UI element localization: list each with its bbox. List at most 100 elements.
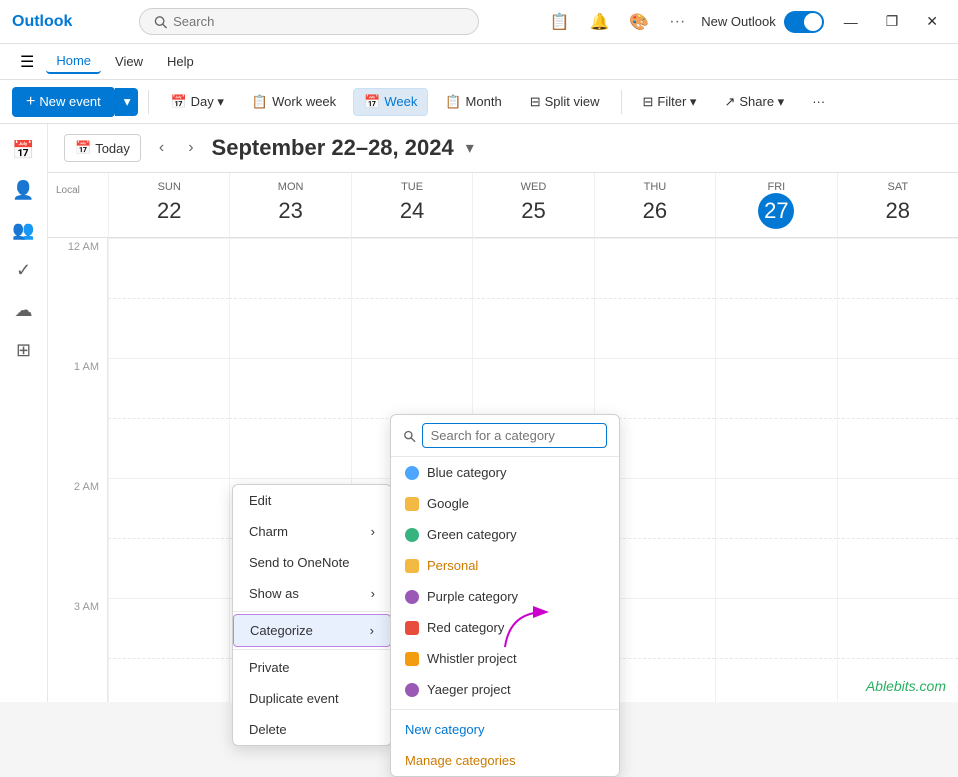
more-options-button[interactable]: ··· (801, 88, 836, 115)
view-week-button[interactable]: 📅 Week (353, 88, 428, 116)
cell-1-30am-sat[interactable] (837, 418, 958, 478)
category-item-blue[interactable]: Blue category (391, 457, 619, 488)
cell-2am-sat[interactable] (837, 478, 958, 538)
cell-2am-sun[interactable] (108, 478, 229, 538)
maximize-button[interactable]: ❐ (878, 9, 907, 34)
colorwheel-icon-button[interactable]: 🎨 (625, 8, 653, 36)
cell-12am-wed[interactable] (472, 238, 593, 298)
view-workweek-button[interactable]: 📋 Work week (241, 88, 347, 116)
context-item-edit[interactable]: Edit (233, 485, 391, 516)
share-icon: ↗ (724, 94, 735, 110)
menu-view[interactable]: View (105, 50, 153, 73)
context-item-delete[interactable]: Delete (233, 714, 391, 745)
minimize-button[interactable]: — (836, 10, 866, 34)
cell-1am-sat[interactable] (837, 358, 958, 418)
sidebar-icons: 📅 👤 👥 ✓ ☁ ⊞ (0, 124, 48, 702)
cell-3am-sun[interactable] (108, 598, 229, 658)
cell-1am-thu[interactable] (594, 358, 715, 418)
compose-icon-button[interactable]: 📋 (546, 8, 574, 36)
cell-12am-sun[interactable] (108, 238, 229, 298)
cell-12am-thu[interactable] (594, 238, 715, 298)
cell-3-30am-fri[interactable] (715, 658, 836, 702)
menu-help[interactable]: Help (157, 50, 204, 73)
calendar-title-dropdown[interactable]: ▾ (466, 138, 474, 158)
cell-12-30am-fri[interactable] (715, 298, 836, 358)
show-as-arrow-icon: › (371, 586, 375, 601)
context-item-duplicate[interactable]: Duplicate event (233, 683, 391, 714)
cell-12-30am-tue[interactable] (351, 298, 472, 358)
blue-category-label: Blue category (427, 465, 507, 480)
cell-12-30am-thu[interactable] (594, 298, 715, 358)
cell-12am-fri[interactable] (715, 238, 836, 298)
sidebar-icon-apps[interactable]: ⊞ (6, 332, 42, 368)
cell-1am-tue[interactable] (351, 358, 472, 418)
cell-12-30am-wed[interactable] (472, 298, 593, 358)
share-button[interactable]: ↗ Share ▾ (713, 88, 795, 116)
day-header-sun: Sun 22 (108, 173, 229, 237)
category-item-personal[interactable]: Personal (391, 550, 619, 581)
day-name-sun: Sun (113, 181, 225, 193)
manage-categories-button[interactable]: Manage categories (391, 745, 619, 776)
time-label-12am: 12 AM (48, 238, 108, 298)
cell-12am-mon[interactable] (229, 238, 350, 298)
cell-1am-wed[interactable] (472, 358, 593, 418)
more-icon-button[interactable]: ··· (665, 9, 689, 35)
cell-3am-sat[interactable] (837, 598, 958, 658)
cell-1am-sun[interactable] (108, 358, 229, 418)
new-event-arrow-button[interactable]: ▾ (115, 88, 139, 116)
category-item-green[interactable]: Green category (391, 519, 619, 550)
cell-12-30am-sat[interactable] (837, 298, 958, 358)
time-label-12-30am (48, 298, 108, 358)
day-name-sat: Sat (842, 181, 954, 193)
time-label-2-30am (48, 538, 108, 598)
context-item-show-as[interactable]: Show as › (233, 578, 391, 609)
context-item-categorize[interactable]: Categorize › (233, 614, 391, 647)
context-item-send-onenote[interactable]: Send to OneNote (233, 547, 391, 578)
sidebar-icon-person[interactable]: 👤 (6, 172, 42, 208)
new-event-button[interactable]: + New event (12, 87, 115, 117)
sidebar-icon-people[interactable]: 👥 (6, 212, 42, 248)
cell-12am-sat[interactable] (837, 238, 958, 298)
new-outlook-switch[interactable] (784, 11, 824, 33)
sidebar-icon-calendar[interactable]: 📅 (6, 132, 42, 168)
cell-12am-tue[interactable] (351, 238, 472, 298)
category-item-google[interactable]: Google (391, 488, 619, 519)
prev-week-button[interactable]: ‹ (153, 135, 170, 161)
cell-2-30am-sun[interactable] (108, 538, 229, 598)
hamburger-menu[interactable]: ☰ (12, 48, 42, 76)
cell-2-30am-fri[interactable] (715, 538, 836, 598)
search-icon (154, 15, 167, 29)
cell-12-30am-mon[interactable] (229, 298, 350, 358)
context-item-private[interactable]: Private (233, 652, 391, 683)
cell-1am-fri[interactable] (715, 358, 836, 418)
bell-icon-button[interactable]: 🔔 (585, 8, 613, 36)
cell-3-30am-sun[interactable] (108, 658, 229, 702)
cell-1-30am-mon[interactable] (229, 418, 350, 478)
today-button[interactable]: 📅 Today (64, 134, 141, 162)
day-num-fri: 27 (758, 193, 794, 229)
cell-1-30am-fri[interactable] (715, 418, 836, 478)
view-day-button[interactable]: 📅 Day ▾ (159, 88, 234, 116)
cell-2am-fri[interactable] (715, 478, 836, 538)
new-category-button[interactable]: New category (391, 714, 619, 745)
cell-1-30am-sun[interactable] (108, 418, 229, 478)
cell-12-30am-sun[interactable] (108, 298, 229, 358)
sidebar-icon-tasks[interactable]: ✓ (6, 252, 42, 288)
filter-button[interactable]: ⊟ Filter ▾ (632, 88, 708, 116)
category-item-yaeger[interactable]: Yaeger project (391, 674, 619, 705)
category-search-input[interactable] (422, 423, 607, 448)
context-item-charm[interactable]: Charm › (233, 516, 391, 547)
view-month-button[interactable]: 📋 Month (434, 88, 512, 116)
filter-icon: ⊟ (643, 94, 654, 110)
delete-label: Delete (249, 722, 287, 737)
search-input[interactable] (173, 14, 464, 29)
cell-3am-fri[interactable] (715, 598, 836, 658)
menu-home[interactable]: Home (46, 49, 101, 74)
cell-1am-mon[interactable] (229, 358, 350, 418)
titlebar: Outlook 📋 🔔 🎨 ··· New Outlook — ❐ ✕ (0, 0, 958, 44)
view-splitview-button[interactable]: ⊟ Split view (519, 88, 611, 116)
next-week-button[interactable]: › (182, 135, 199, 161)
cell-2-30am-sat[interactable] (837, 538, 958, 598)
sidebar-icon-cloud[interactable]: ☁ (6, 292, 42, 328)
close-button[interactable]: ✕ (918, 9, 946, 34)
